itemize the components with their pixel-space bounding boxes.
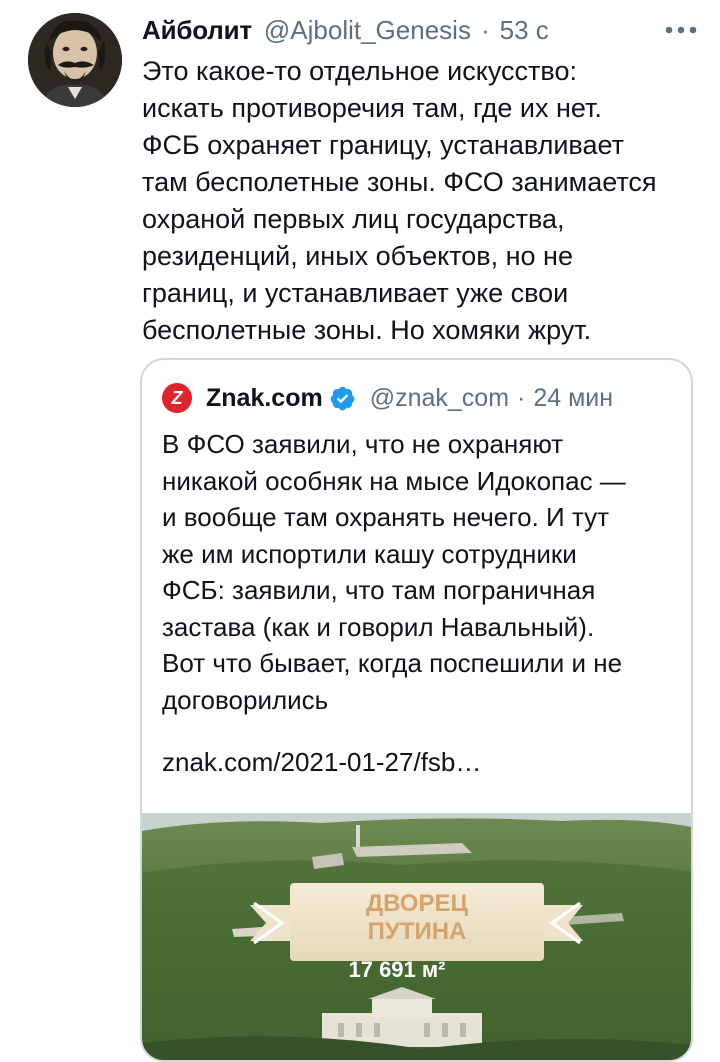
quoted-tweet-link[interactable]: znak.com/2021-01-27/fsb… [162, 744, 677, 781]
more-button[interactable] [664, 12, 698, 48]
tweet-header: Айболит @Ajbolit_Genesis · 53 с [142, 12, 698, 48]
znak-logo-letter: Z [171, 387, 183, 408]
more-dots-icon [665, 26, 697, 34]
header-separator: · [480, 14, 490, 45]
tweet-text: Это какое-то отдельное искусство: искать… [142, 56, 657, 345]
quoted-tweet-text: В ФСО заявили, что не охраняют никакой о… [162, 429, 626, 715]
banner-area: 17 691 м² [348, 957, 445, 982]
quoted-tweet-card[interactable]: Z Znak.com @znak_com · 24 мин В ФСО заяв… [140, 358, 693, 1062]
banner-line-2: ПУТИНА [368, 918, 467, 945]
quoted-author-handle[interactable]: @znak_com [370, 384, 509, 413]
banner-line-1: ДВОРЕЦ [366, 890, 469, 917]
tweet-timestamp[interactable]: 53 с [500, 15, 549, 46]
quoted-tweet-header: Z Znak.com @znak_com · 24 мин [162, 380, 613, 416]
palace-photo: ДВОРЕЦ ПУТИНА 17 691 м² [142, 813, 691, 1060]
avatar[interactable] [28, 13, 122, 107]
author-handle[interactable]: @Ajbolit_Genesis [264, 15, 471, 46]
author-name[interactable]: Айболит [142, 15, 252, 46]
znak-logo-icon: Z [162, 383, 192, 413]
verified-badge-icon [330, 386, 355, 410]
quoted-tweet-timestamp[interactable]: 24 мин [533, 384, 613, 413]
quoted-author-name[interactable]: Znak.com [206, 384, 323, 413]
quoted-header-separator: · [517, 383, 526, 412]
quoted-tweet-media[interactable]: ДВОРЕЦ ПУТИНА 17 691 м² [142, 813, 691, 1060]
avatar-image [28, 13, 122, 107]
